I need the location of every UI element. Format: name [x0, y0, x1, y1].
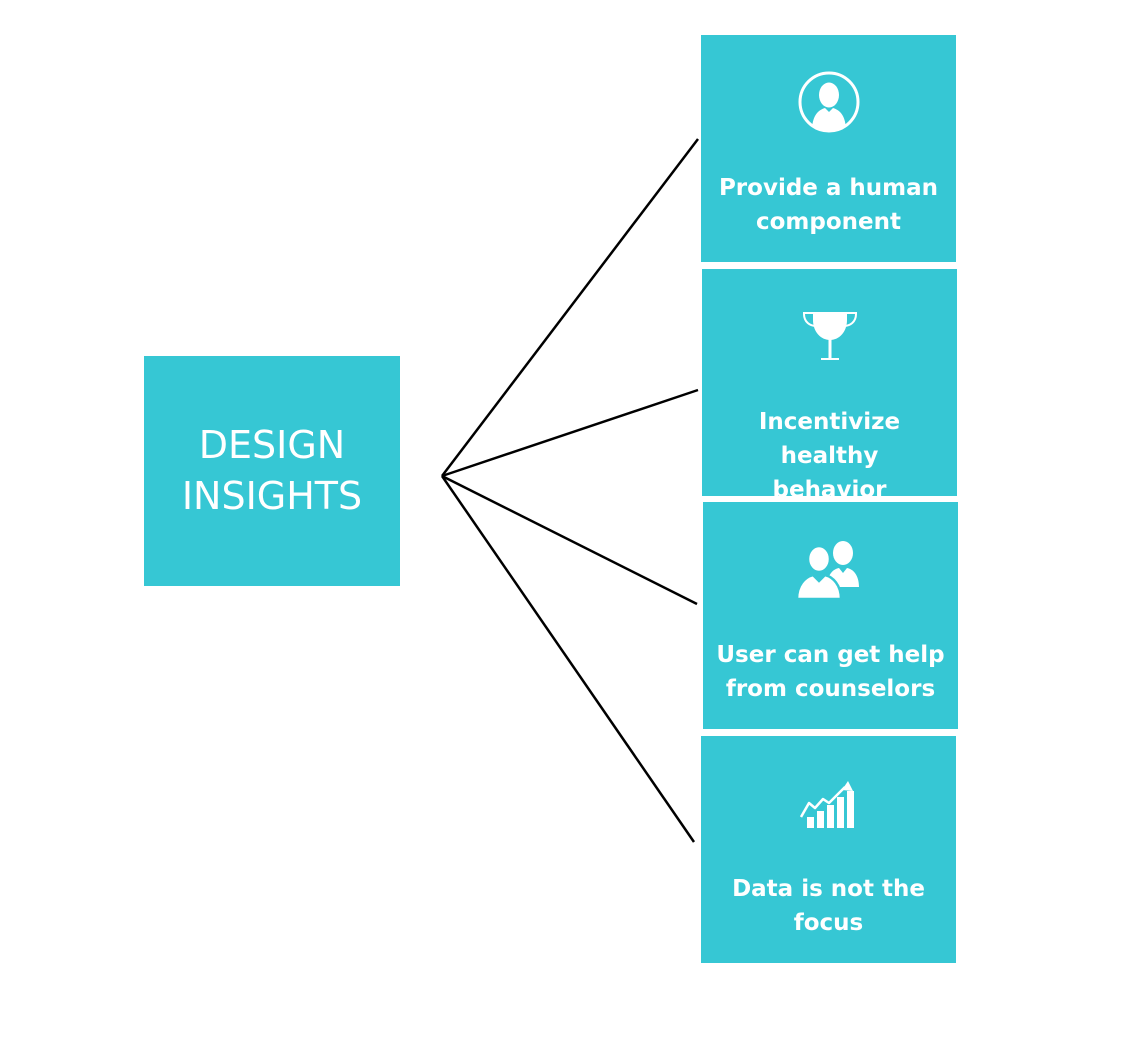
users-icon [703, 538, 958, 601]
design-insights-box: DESIGN INSIGHTS [144, 356, 400, 586]
connector-line-3 [441, 474, 698, 606]
title-line-1: DESIGN [198, 423, 346, 467]
insight-card-human-component: Provide a human component [701, 35, 956, 262]
design-insights-title: DESIGN INSIGHTS [182, 420, 362, 522]
insight-card-data-focus: Data is not the focus [701, 736, 956, 963]
connector-line-1 [441, 138, 699, 477]
person-icon [701, 71, 956, 133]
insight-label: User can get help from counselors [716, 642, 945, 702]
insight-card-incentivize: Incentivize healthy behavior [702, 269, 957, 503]
connector-line-2 [441, 388, 699, 478]
insight-card-counselors: User can get help from counselors [703, 502, 958, 729]
connector-line-4 [440, 475, 696, 843]
insight-label: Incentivize healthy behavior [758, 409, 901, 503]
growth-chart-icon [701, 772, 956, 834]
title-line-2: INSIGHTS [181, 474, 363, 518]
trophy-icon [702, 305, 957, 367]
insight-label: Data is not the focus [732, 876, 925, 936]
insight-label: Provide a human component [718, 175, 939, 235]
diagram-canvas: DESIGN INSIGHTS Provide a human componen… [0, 0, 1130, 1052]
